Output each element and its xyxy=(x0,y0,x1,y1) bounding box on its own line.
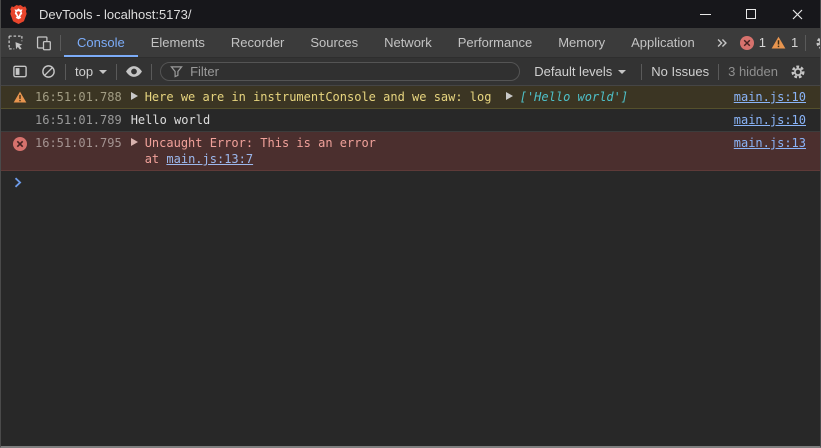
console-sidebar-toggle-button[interactable] xyxy=(6,64,34,79)
close-icon xyxy=(792,9,803,20)
javascript-context-selector[interactable]: top xyxy=(69,64,113,79)
tab-sources[interactable]: Sources xyxy=(297,28,371,57)
filter-input[interactable] xyxy=(190,64,510,79)
toolbar-separator-5 xyxy=(718,64,719,80)
toolbar-separator xyxy=(65,64,66,80)
issues-link[interactable]: No Issues xyxy=(651,64,709,79)
maximize-icon xyxy=(746,9,756,19)
devtools-window: DevTools - localhost:5173/ Con xyxy=(0,0,821,448)
tab-elements-label: Elements xyxy=(151,35,205,50)
close-button[interactable] xyxy=(774,0,820,28)
window-title: DevTools - localhost:5173/ xyxy=(39,7,191,22)
clear-console-button[interactable] xyxy=(34,64,62,79)
log-levels-dropdown[interactable]: Default levels xyxy=(528,64,632,79)
stack-at-label: at xyxy=(145,152,167,166)
toolbar-separator-4 xyxy=(641,64,642,80)
tab-network[interactable]: Network xyxy=(371,28,445,57)
source-link[interactable]: main.js:10 xyxy=(724,112,806,128)
warning-message-text: Here we are in instrumentConsole and we … xyxy=(145,90,492,104)
log-levels-label: Default levels xyxy=(534,64,612,79)
minimize-icon xyxy=(700,14,711,15)
tab-network-label: Network xyxy=(384,35,432,50)
funnel-icon xyxy=(170,65,183,78)
device-toolbar-icon xyxy=(35,34,52,51)
more-tabs-button[interactable] xyxy=(708,28,736,57)
maximize-button[interactable] xyxy=(728,0,774,28)
error-count-icon[interactable] xyxy=(740,36,754,50)
error-count[interactable]: 1 xyxy=(759,35,766,50)
array-preview: ['Hello world'] xyxy=(520,90,628,104)
console-prompt[interactable] xyxy=(1,171,820,194)
toolbar-separator-3 xyxy=(151,64,152,80)
tab-elements[interactable]: Elements xyxy=(138,28,218,57)
toggle-device-toolbar-button[interactable] xyxy=(29,28,57,57)
console-toolbar: top Default levels No Issues 3 hidden xyxy=(1,58,820,86)
double-chevron-right-icon xyxy=(715,36,729,50)
tab-memory-label: Memory xyxy=(558,35,605,50)
console-message-error: 16:51:01.795 Uncaught Error: This is an … xyxy=(1,132,820,171)
tab-performance-label: Performance xyxy=(458,35,532,50)
context-label: top xyxy=(75,64,93,79)
tab-recorder[interactable]: Recorder xyxy=(218,28,297,57)
log-message-text: Hello world xyxy=(131,113,210,127)
dock-panel-icon xyxy=(12,64,28,79)
source-link[interactable]: main.js:13 xyxy=(724,135,806,151)
source-link[interactable]: main.js:10 xyxy=(724,89,806,105)
create-live-expression-button[interactable] xyxy=(120,65,148,78)
timestamp: 16:51:01.789 xyxy=(35,112,122,128)
gear-icon xyxy=(790,64,806,80)
console-messages-pane: 16:51:01.788 Here we are in instrumentCo… xyxy=(1,86,820,446)
settings-button[interactable] xyxy=(809,28,821,57)
timestamp: 16:51:01.788 xyxy=(35,89,122,105)
tab-performance[interactable]: Performance xyxy=(445,28,545,57)
inspect-element-button[interactable] xyxy=(1,28,29,57)
tab-application[interactable]: Application xyxy=(618,28,708,57)
clear-icon xyxy=(41,64,56,79)
tab-sources-label: Sources xyxy=(310,35,358,50)
expand-triangle-icon[interactable] xyxy=(131,92,138,100)
expand-triangle-icon[interactable] xyxy=(131,138,138,146)
stack-frame-link[interactable]: main.js:13:7 xyxy=(166,152,253,166)
tabbar-separator-2 xyxy=(805,35,806,51)
error-message-text: Uncaught Error: This is an error xyxy=(145,136,376,150)
title-bar: DevTools - localhost:5173/ xyxy=(1,0,820,28)
console-message-warning: 16:51:01.788 Here we are in instrumentCo… xyxy=(1,86,820,109)
error-circle-icon xyxy=(13,137,27,151)
toolbar-separator-2 xyxy=(116,64,117,80)
minimize-button[interactable] xyxy=(682,0,728,28)
tab-console-label: Console xyxy=(77,35,125,50)
console-settings-button[interactable] xyxy=(784,64,812,80)
warning-count-icon[interactable] xyxy=(771,36,786,49)
panel-tab-bar: Console Elements Recorder Sources Networ… xyxy=(1,28,820,58)
tab-recorder-label: Recorder xyxy=(231,35,284,50)
tab-console[interactable]: Console xyxy=(64,28,138,57)
stack-trace-line: at main.js:13:7 xyxy=(131,151,724,167)
console-message-log: 16:51:01.789 Hello world main.js:10 xyxy=(1,109,820,132)
warning-triangle-icon xyxy=(13,91,27,103)
tabbar-separator xyxy=(60,35,61,51)
tab-memory[interactable]: Memory xyxy=(545,28,618,57)
chevron-down-icon xyxy=(618,70,626,74)
expand-triangle-icon[interactable] xyxy=(506,92,513,100)
tab-application-label: Application xyxy=(631,35,695,50)
chevron-down-icon xyxy=(99,70,107,74)
warning-count[interactable]: 1 xyxy=(791,35,798,50)
prompt-chevron-icon xyxy=(14,177,22,188)
brave-logo-icon xyxy=(10,5,27,24)
timestamp: 16:51:01.795 xyxy=(35,135,122,151)
hidden-messages-label[interactable]: 3 hidden xyxy=(728,64,778,79)
filter-box[interactable] xyxy=(160,62,520,81)
gear-icon xyxy=(815,35,821,51)
eye-icon xyxy=(125,65,143,78)
inspect-cursor-icon xyxy=(7,34,24,51)
